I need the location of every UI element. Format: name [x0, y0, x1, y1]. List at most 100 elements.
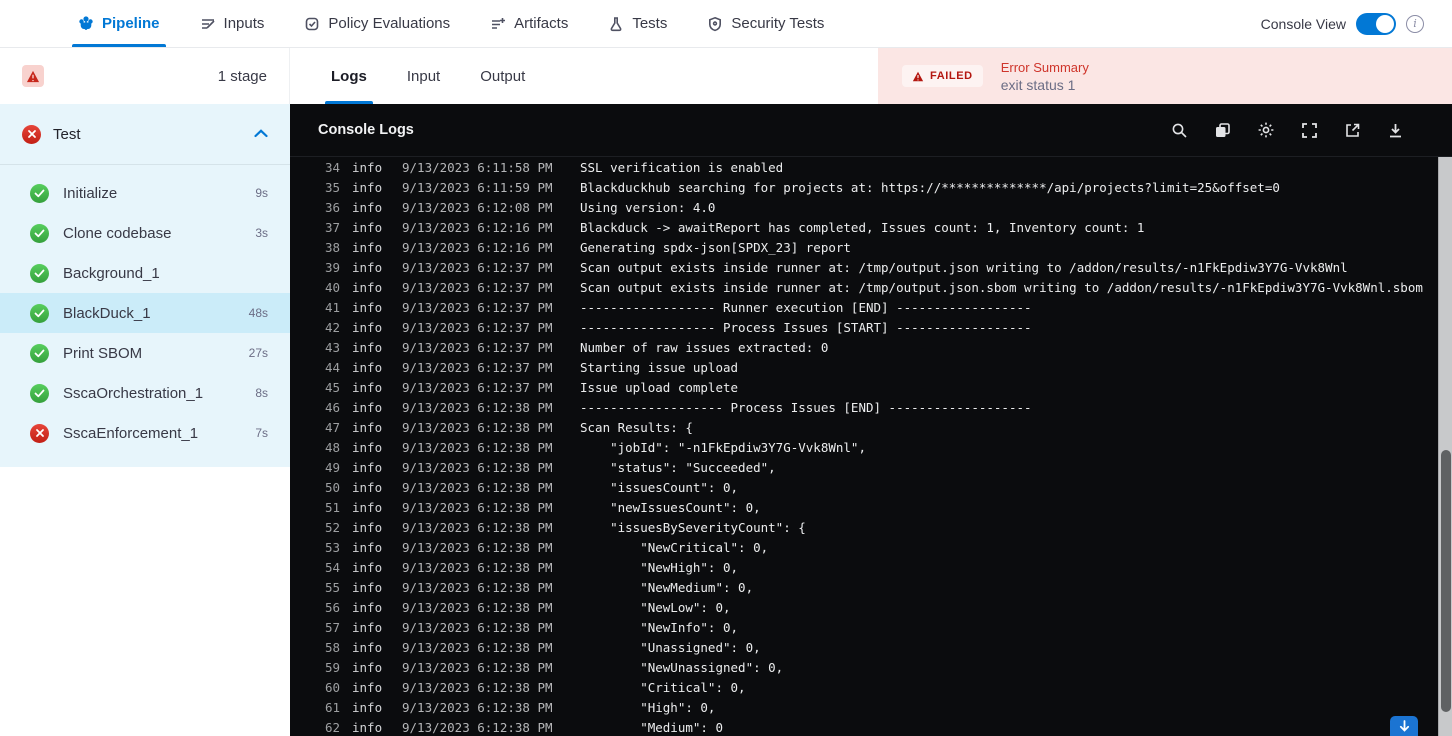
log-line: 52 info 9/13/2023 6:12:38 PM "issuesBySe…: [290, 517, 1438, 537]
log-message: "NewUnassigned": 0,: [580, 659, 784, 675]
step-duration: 7s: [255, 426, 268, 440]
log-message: Scan Results: {: [580, 419, 693, 435]
log-timestamp: 9/13/2023 6:12:38 PM: [402, 539, 553, 555]
log-line-number: 38: [324, 239, 340, 255]
step-row[interactable]: Clone codebase 3s: [0, 213, 290, 253]
log-timestamp: 9/13/2023 6:12:38 PM: [402, 399, 553, 415]
log-line-number: 56: [324, 599, 340, 615]
stage-name: Test: [53, 125, 81, 143]
log-level: info: [352, 679, 383, 695]
step-success-icon: [30, 383, 49, 403]
console-view-toggle[interactable]: [1356, 12, 1396, 35]
step-row[interactable]: SscaEnforcement_1 7s: [0, 413, 290, 453]
log-line: 55 info 9/13/2023 6:12:38 PM "NewMedium"…: [290, 577, 1438, 597]
log-message: Number of raw issues extracted: 0: [580, 339, 829, 355]
tab-input-label: Input: [406, 67, 441, 85]
execution-sidebar: Test Initialize 9s Clone codebase 3s Bac…: [0, 104, 290, 736]
step-row[interactable]: SscaOrchestration_1 8s: [0, 373, 290, 413]
scroll-to-bottom-button[interactable]: [1390, 716, 1418, 736]
log-level: info: [352, 219, 383, 235]
log-message: Starting issue upload: [580, 359, 739, 375]
log-line-number: 44: [324, 359, 340, 375]
log-message: "NewLow": 0,: [580, 599, 731, 615]
top-navigation: Pipeline Inputs Policy Evaluations Artif…: [0, 0, 1452, 48]
log-timestamp: 9/13/2023 6:12:38 PM: [402, 459, 553, 475]
tab-pipeline[interactable]: Pipeline: [58, 0, 180, 47]
search-icon[interactable]: [1171, 122, 1188, 139]
step-row[interactable]: BlackDuck_1 48s: [0, 293, 290, 333]
log-line: 50 info 9/13/2023 6:12:38 PM "issuesCoun…: [290, 477, 1438, 497]
log-line-number: 46: [324, 399, 340, 415]
log-line: 60 info 9/13/2023 6:12:38 PM "Critical":…: [290, 677, 1438, 697]
open-in-new-icon[interactable]: [1344, 122, 1361, 139]
step-duration: 8s: [255, 386, 268, 400]
log-level: info: [352, 619, 383, 635]
step-success-icon: [30, 343, 49, 363]
tab-policy-evaluations[interactable]: Policy Evaluations: [284, 0, 470, 47]
log-level: info: [352, 399, 383, 415]
log-message: "NewCritical": 0,: [580, 539, 769, 555]
log-timestamp: 9/13/2023 6:12:16 PM: [402, 219, 553, 235]
tab-logs-label: Logs: [331, 67, 367, 85]
log-timestamp: 9/13/2023 6:12:37 PM: [402, 279, 553, 295]
log-line: 37 info 9/13/2023 6:12:16 PM Blackduck -…: [290, 217, 1438, 237]
copy-icon[interactable]: [1214, 122, 1231, 139]
log-viewport[interactable]: 34 info 9/13/2023 6:11:58 PM SSL verific…: [290, 157, 1438, 736]
log-level: info: [352, 439, 383, 455]
log-tabs: Logs Input Output: [290, 48, 878, 104]
log-level: info: [352, 159, 383, 175]
log-line: 38 info 9/13/2023 6:12:16 PM Generating …: [290, 237, 1438, 257]
log-line-number: 54: [324, 559, 340, 575]
console-scrollbar-thumb[interactable]: [1441, 450, 1451, 712]
log-level: info: [352, 379, 383, 395]
log-message: SSL verification is enabled: [580, 159, 784, 175]
log-level: info: [352, 539, 383, 555]
log-line: 40 info 9/13/2023 6:12:37 PM Scan output…: [290, 277, 1438, 297]
log-timestamp: 9/13/2023 6:12:16 PM: [402, 239, 553, 255]
tab-tests-label: Tests: [632, 15, 668, 32]
chevron-up-icon[interactable]: [254, 125, 268, 143]
log-line: 56 info 9/13/2023 6:12:38 PM "NewLow": 0…: [290, 597, 1438, 617]
log-line: 59 info 9/13/2023 6:12:38 PM "NewUnassig…: [290, 657, 1438, 677]
log-message: "Critical": 0,: [580, 679, 746, 695]
log-line-number: 47: [324, 419, 340, 435]
tab-tests[interactable]: Tests: [588, 0, 687, 47]
step-list: Initialize 9s Clone codebase 3s Backgrou…: [0, 164, 290, 467]
info-icon[interactable]: i: [1406, 14, 1424, 33]
step-label: Clone codebase: [63, 224, 172, 242]
log-line-number: 55: [324, 579, 340, 595]
step-row[interactable]: Print SBOM 27s: [0, 333, 290, 373]
log-line-number: 52: [324, 519, 340, 535]
stage-row-test[interactable]: Test: [0, 104, 290, 164]
log-message: "NewMedium": 0,: [580, 579, 754, 595]
log-line-number: 58: [324, 639, 340, 655]
log-timestamp: 9/13/2023 6:12:37 PM: [402, 359, 553, 375]
artifacts-icon: [490, 16, 506, 32]
log-line-number: 53: [324, 539, 340, 555]
tab-output[interactable]: Output: [464, 48, 541, 104]
tab-inputs[interactable]: Inputs: [180, 0, 285, 47]
fullscreen-icon[interactable]: [1301, 122, 1318, 139]
tab-artifacts[interactable]: Artifacts: [470, 0, 588, 47]
log-timestamp: 9/13/2023 6:11:58 PM: [402, 159, 553, 175]
stage-count-label: 1 stage: [217, 67, 267, 85]
log-message: "Unassigned": 0,: [580, 639, 761, 655]
step-duration: 27s: [248, 346, 268, 360]
log-line-number: 60: [324, 679, 340, 695]
failed-warning-icon: [912, 71, 924, 81]
log-message: ------------------ Runner execution [END…: [580, 299, 1032, 315]
log-timestamp: 9/13/2023 6:12:08 PM: [402, 199, 553, 215]
tab-input[interactable]: Input: [391, 48, 456, 104]
step-label: SscaEnforcement_1: [63, 424, 199, 442]
download-icon[interactable]: [1387, 122, 1404, 139]
step-row[interactable]: Initialize 9s: [0, 173, 290, 213]
step-row[interactable]: Background_1: [0, 253, 290, 293]
log-message: "jobId": "-n1FkEpdiw3Y7G-Vvk8Wnl",: [580, 439, 866, 455]
tab-logs[interactable]: Logs: [315, 48, 383, 104]
log-message: "NewInfo": 0,: [580, 619, 739, 635]
tab-security-tests[interactable]: Security Tests: [687, 0, 844, 47]
step-label: Initialize: [63, 184, 118, 202]
log-line: 62 info 9/13/2023 6:12:38 PM "Medium": 0: [290, 717, 1438, 736]
settings-icon[interactable]: [1257, 121, 1275, 139]
console-scrollbar[interactable]: [1438, 157, 1452, 736]
